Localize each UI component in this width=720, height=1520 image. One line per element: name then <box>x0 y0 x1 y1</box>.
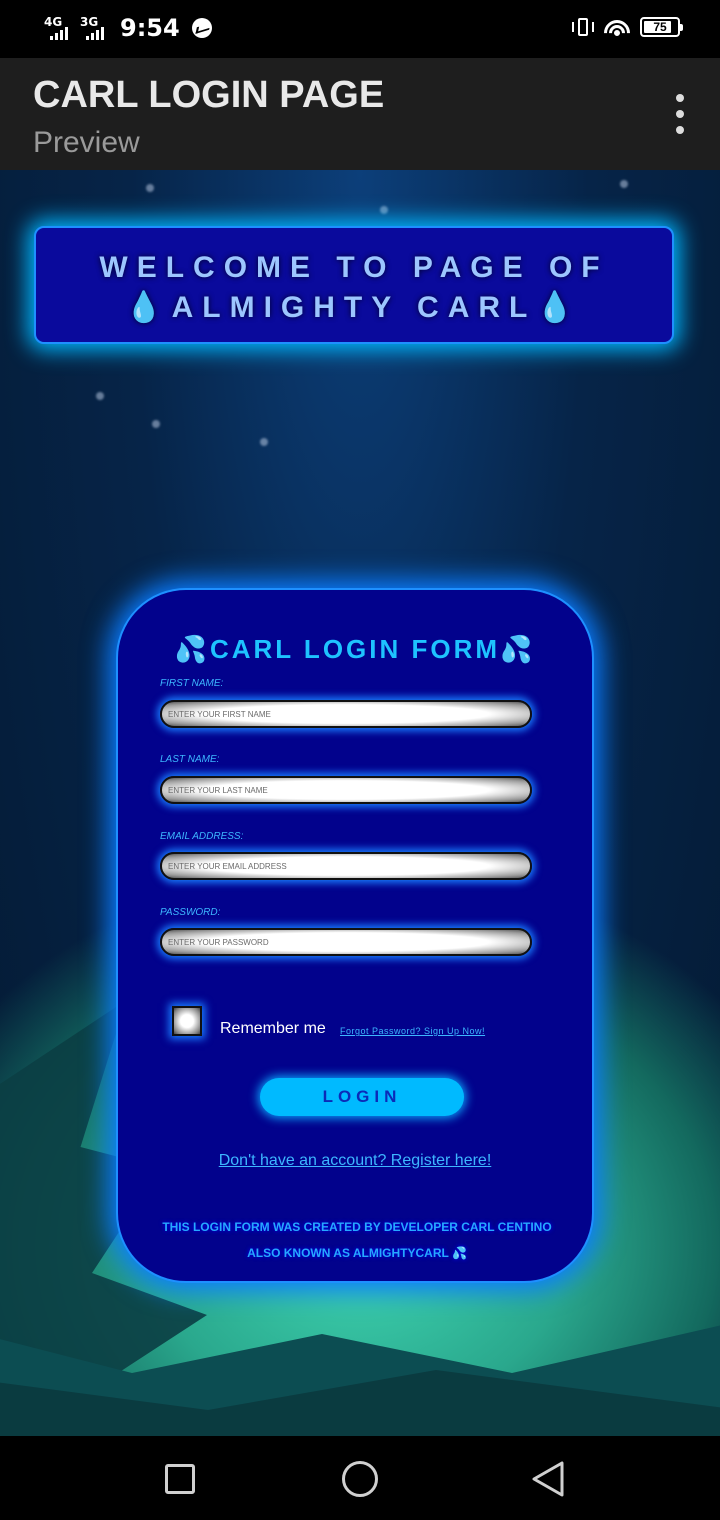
background-star <box>146 184 154 192</box>
dot-icon <box>676 110 684 118</box>
home-button[interactable] <box>342 1461 378 1497</box>
first-name-label: FIRST NAME: <box>160 678 224 689</box>
wifi-icon <box>604 16 630 38</box>
welcome-line-2: 💧ALMIGHTY CARL💧 <box>125 291 583 324</box>
preview-content: WELCOME TO PAGE OF 💧ALMIGHTY CARL💧 💦CARL… <box>0 170 720 1436</box>
background-star <box>620 180 628 188</box>
form-title: 💦CARL LOGIN FORM💦 <box>174 634 536 664</box>
remember-me-checkbox[interactable] <box>172 1006 202 1036</box>
forgot-password-link[interactable]: Forgot Password? Sign Up Now! <box>340 1026 485 1036</box>
background-star <box>96 392 104 400</box>
first-name-input[interactable] <box>160 700 532 728</box>
remember-me-label: Remember me <box>220 1020 326 1037</box>
messenger-icon <box>191 18 212 38</box>
background-star <box>380 206 388 214</box>
battery-icon: 75 <box>640 17 683 37</box>
status-right: 75 <box>572 16 683 38</box>
email-input[interactable] <box>160 852 532 880</box>
password-label: PASSWORD: <box>160 907 221 918</box>
dot-icon <box>676 94 684 102</box>
register-link[interactable]: Don't have an account? Register here! <box>118 1152 592 1170</box>
app-bar: CARL LOGIN PAGE Preview <box>0 58 720 170</box>
welcome-line-1: WELCOME TO PAGE OF <box>99 251 609 284</box>
dot-icon <box>676 126 684 134</box>
password-input[interactable] <box>160 928 532 956</box>
navigation-bar <box>0 1436 720 1520</box>
last-name-label: LAST NAME: <box>160 754 220 765</box>
background-star <box>152 420 160 428</box>
signal-3g-icon: 3G <box>80 15 110 41</box>
login-button[interactable]: LOGIN <box>260 1078 464 1116</box>
battery-level: 75 <box>653 20 667 34</box>
back-arrow-icon <box>532 1461 564 1497</box>
last-name-input[interactable] <box>160 776 532 804</box>
clock: 9:54 <box>120 14 180 42</box>
page-title: CARL LOGIN PAGE <box>33 74 385 116</box>
credit-line-1: THIS LOGIN FORM WAS CREATED BY DEVELOPER… <box>162 1220 552 1234</box>
signal-4g-icon: 4G <box>44 15 74 41</box>
credit-line-2: ALSO KNOWN AS ALMIGHTYCARL 💦 <box>247 1246 467 1260</box>
status-bar: 4G 3G 9:54 75 <box>0 0 720 58</box>
welcome-banner: WELCOME TO PAGE OF 💧ALMIGHTY CARL💧 <box>34 226 674 344</box>
credit-text: THIS LOGIN FORM WAS CREATED BY DEVELOPER… <box>138 1214 576 1266</box>
more-options-button[interactable] <box>670 94 690 134</box>
status-left: 4G 3G 9:54 <box>44 14 212 42</box>
email-label: EMAIL ADDRESS: <box>160 831 244 842</box>
login-form-card: 💦CARL LOGIN FORM💦 FIRST NAME: LAST NAME:… <box>116 588 594 1283</box>
recent-apps-button[interactable] <box>165 1464 195 1494</box>
back-button[interactable] <box>530 1460 566 1498</box>
vibrate-icon <box>572 16 594 38</box>
background-star <box>260 438 268 446</box>
page-subtitle: Preview <box>33 126 140 159</box>
